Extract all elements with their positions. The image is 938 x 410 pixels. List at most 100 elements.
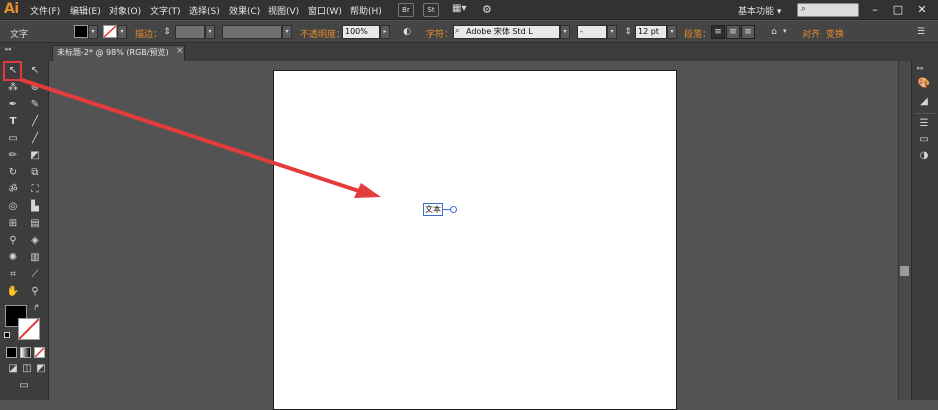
stroke-weight-dropdown[interactable]: ▾	[205, 25, 215, 39]
menu-view[interactable]: 视图(V)	[268, 4, 299, 17]
draw-normal-icon[interactable]: ◪	[6, 362, 20, 376]
transparency-panel-icon[interactable]: ◑	[917, 149, 931, 163]
menu-edit[interactable]: 编辑(E)	[70, 4, 101, 17]
font-family-field[interactable]: Adobe 宋体 Std L	[453, 25, 560, 39]
expand-panels-icon[interactable]: ▸▸	[917, 64, 924, 72]
direct-selection-tool-icon[interactable]: ↖	[28, 64, 42, 78]
gpu-performance-icon[interactable]: ⚙	[482, 3, 498, 17]
font-size-dropdown[interactable]: ▾	[667, 25, 677, 39]
vertical-scroll-thumb[interactable]	[900, 266, 909, 276]
stroke-weight-stepper[interactable]: ⇕	[161, 26, 173, 38]
rectangle-tool-icon[interactable]: ▭	[6, 132, 20, 146]
bridge-button[interactable]: Br	[398, 3, 414, 17]
opacity-label[interactable]: 不透明度：	[300, 27, 345, 40]
transform-label[interactable]: 变换	[826, 27, 844, 40]
color-guide-icon[interactable]: ◢	[917, 95, 931, 109]
fill-dropdown[interactable]: ▾	[88, 25, 98, 39]
menu-file[interactable]: 文件(F)	[30, 4, 60, 17]
lasso-tool-icon[interactable]: ⊛	[28, 81, 42, 95]
font-label[interactable]: 字符：	[426, 27, 453, 40]
tab-close-icon[interactable]: ×	[176, 46, 184, 56]
slice-tool-icon[interactable]: ⟋	[28, 268, 42, 282]
document-tab[interactable]: 未标题-2* @ 98% (RGB/预览)	[52, 45, 185, 61]
none-mode-icon[interactable]	[34, 347, 45, 358]
align-label[interactable]: 对齐	[802, 27, 820, 40]
opacity-field[interactable]: 100%	[342, 25, 380, 39]
screen-mode-icon[interactable]: ▭	[17, 379, 31, 393]
stroke-label[interactable]: 描边：	[135, 27, 162, 40]
minimize-button[interactable]: –	[866, 2, 884, 17]
magic-wand-tool-icon[interactable]: ⁂	[6, 81, 20, 95]
opacity-dropdown[interactable]: ▸	[380, 25, 390, 39]
symbol-sprayer-tool-icon[interactable]: ✺	[6, 251, 20, 265]
collapse-tools-icon[interactable]: ◂◂	[4, 45, 11, 53]
menu-object[interactable]: 对象(O)	[109, 4, 141, 17]
warp-dropdown-icon[interactable]: ▾	[783, 27, 787, 35]
warp-tool-icon[interactable]: ॐ	[6, 183, 20, 197]
font-family-dropdown[interactable]: ▾	[560, 25, 570, 39]
color-mode-icon[interactable]	[6, 347, 17, 358]
artboard[interactable]	[273, 70, 677, 410]
control-menu-icon[interactable]: ☰	[915, 26, 927, 38]
pencil-tool-icon[interactable]: ✏	[6, 149, 20, 163]
swap-colors-icon[interactable]: ↱	[33, 303, 40, 312]
free-transform-tool-icon[interactable]: ⛶	[28, 183, 42, 197]
font-size-stepper[interactable]: ⇕	[622, 26, 634, 38]
maximize-button[interactable]: □	[889, 2, 907, 17]
blend-tool-icon[interactable]: ◈	[28, 234, 42, 248]
zoom-tool-icon[interactable]: ⚲	[28, 285, 42, 299]
line-tool-icon[interactable]: ╱	[28, 115, 42, 129]
mesh-tool-icon[interactable]: ⊞	[6, 217, 20, 231]
stroke-swatch[interactable]	[103, 25, 117, 38]
stock-button[interactable]: St	[423, 3, 439, 17]
stroke-panel-icon[interactable]: ☰	[917, 117, 931, 131]
font-size-field[interactable]: 12 pt	[635, 25, 667, 39]
arrange-documents-icon[interactable]: ▦▾	[452, 3, 472, 17]
gradient-panel-icon[interactable]: ▭	[917, 133, 931, 147]
default-colors-icon[interactable]	[4, 332, 10, 338]
shape-builder-tool-icon[interactable]: ◎	[6, 200, 20, 214]
menu-window[interactable]: 窗口(W)	[308, 4, 342, 17]
recolor-icon[interactable]: ◐	[401, 26, 413, 38]
fill-swatch[interactable]	[74, 25, 88, 38]
vertical-scrollbar[interactable]	[898, 61, 911, 400]
color-panel-icon[interactable]: 🎨	[917, 77, 931, 91]
font-style-field[interactable]: -	[577, 25, 607, 39]
align-right-icon[interactable]: ≡	[741, 25, 755, 39]
gradient-mode-icon[interactable]	[20, 347, 31, 358]
rotate-tool-icon[interactable]: ↻	[6, 166, 20, 180]
stroke-weight-field[interactable]	[175, 25, 205, 39]
variable-width-profile[interactable]	[222, 25, 282, 39]
close-button[interactable]: ✕	[913, 2, 931, 17]
search-input[interactable]: ⌕	[797, 3, 859, 17]
scale-tool-icon[interactable]: ⧉	[28, 166, 42, 180]
menu-help[interactable]: 帮助(H)	[350, 4, 382, 17]
workspace-switcher[interactable]: 基本功能 ▾	[738, 4, 781, 17]
draw-behind-icon[interactable]: ◫	[20, 362, 34, 376]
hand-tool-icon[interactable]: ✋	[6, 285, 20, 299]
artboard-tool-icon[interactable]: ⌗	[6, 268, 20, 282]
variable-width-dropdown[interactable]: ▾	[282, 25, 292, 39]
pen-tool-icon[interactable]: ✒	[6, 98, 20, 112]
align-left-icon[interactable]: ≡	[711, 25, 725, 39]
text-object[interactable]: 文本	[423, 203, 443, 216]
stroke-color-box[interactable]	[18, 318, 40, 340]
paintbrush-tool-icon[interactable]: ╱	[28, 132, 42, 146]
eraser-tool-icon[interactable]: ◩	[28, 149, 42, 163]
draw-inside-icon[interactable]: ◩	[34, 362, 48, 376]
column-graph-tool-icon[interactable]: ▥	[28, 251, 42, 265]
stroke-dropdown[interactable]: ▾	[117, 25, 127, 39]
align-center-icon[interactable]: ≡	[726, 25, 740, 39]
envelope-warp-icon[interactable]: ⌂	[768, 26, 780, 38]
text-handle[interactable]	[450, 206, 457, 213]
type-tool-icon[interactable]: T	[6, 115, 20, 129]
gradient-tool-icon[interactable]: ▤	[28, 217, 42, 231]
eyedropper-tool-icon[interactable]: ⚲	[6, 234, 20, 248]
menu-select[interactable]: 选择(S)	[189, 4, 220, 17]
menu-type[interactable]: 文字(T)	[150, 4, 181, 17]
paragraph-label[interactable]: 段落：	[684, 27, 711, 40]
menu-effect[interactable]: 效果(C)	[229, 4, 260, 17]
curvature-tool-icon[interactable]: ✎	[28, 98, 42, 112]
font-style-dropdown[interactable]: ▾	[607, 25, 617, 39]
perspective-grid-tool-icon[interactable]: ▙	[28, 200, 42, 214]
